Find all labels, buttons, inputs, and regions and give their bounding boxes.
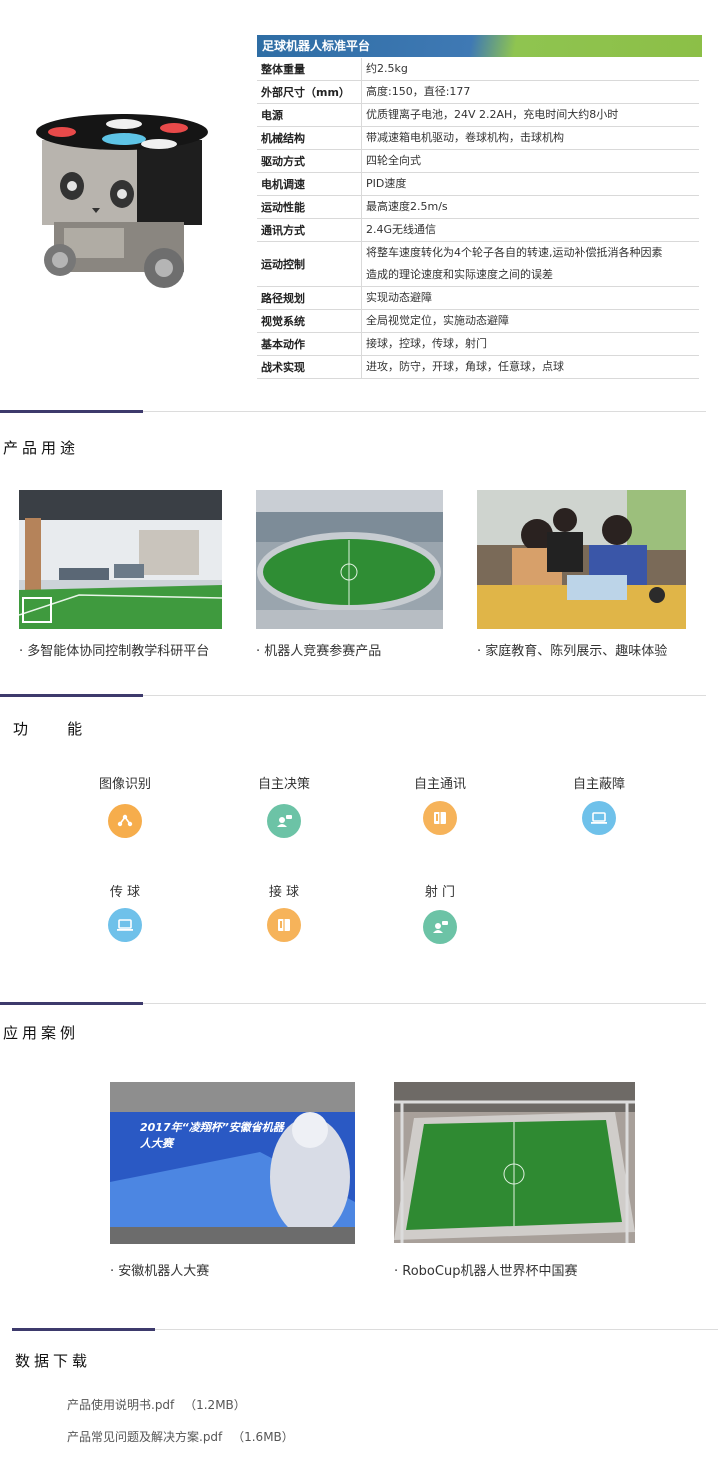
spec-key: 外部尺寸（mm） xyxy=(257,80,362,104)
spec-value-line: 进攻，防守，开球，角球，任意球，点球 xyxy=(366,360,564,373)
usage-photo-competition xyxy=(256,490,443,629)
usage-photo-education xyxy=(477,490,686,629)
spec-row: 路径规划 实现动态避障 xyxy=(257,286,699,310)
spec-value: 优质锂离子电池，24V 2.2AH，充电时间大约8小时 xyxy=(361,103,699,127)
spec-value: 将整车速度转化为4个轮子各自的转速,运动补偿抵消各种因素 造成的理论速度和实际速度… xyxy=(361,241,699,287)
spec-row: 机械结构 带减速箱电机驱动，卷球机构，击球机构 xyxy=(257,126,699,150)
spec-key: 机械结构 xyxy=(257,126,362,150)
download-link-manual[interactable]: 产品使用说明书.pdf （1.2MB） xyxy=(67,1396,246,1413)
spec-table-title: 足球机器人标准平台 xyxy=(257,35,702,57)
spec-value: 全局视觉定位，实施动态避障 xyxy=(361,309,699,333)
spec-row: 电源 优质锂离子电池，24V 2.2AH，充电时间大约8小时 xyxy=(257,103,699,127)
case-caption-2: · RoboCup机器人世界杯中国赛 xyxy=(394,1264,578,1279)
spec-row: 基本动作 接球，控球，传球，射门 xyxy=(257,332,699,356)
spec-key: 电源 xyxy=(257,103,362,127)
spec-value-line: PID速度 xyxy=(366,177,407,190)
download-file-name[interactable]: 产品使用说明书.pdf xyxy=(67,1398,174,1412)
spec-value: PID速度 xyxy=(361,172,699,196)
spec-key: 视觉系统 xyxy=(257,309,362,333)
spec-row: 驱动方式 四轮全向式 xyxy=(257,149,699,173)
spec-value-line: 约2.5kg xyxy=(366,62,408,75)
spec-key: 通讯方式 xyxy=(257,218,362,242)
user-chat-icon xyxy=(423,910,457,944)
spec-key: 驱动方式 xyxy=(257,149,362,173)
spec-value: 进攻，防守，开球，角球，任意球，点球 xyxy=(361,355,699,379)
spec-value: 高度:150，直径:177 xyxy=(361,80,699,104)
features-section-title: 功 能 xyxy=(13,720,87,738)
spec-key: 电机调速 xyxy=(257,172,362,196)
case-photo-anhui: 2017年“凌翔杯”安徽省机器人大赛 xyxy=(110,1082,355,1244)
spec-row: 运动性能 最高速度2.5m/s xyxy=(257,195,699,219)
spec-value-line: 造成的理论速度和实际速度之间的误差 xyxy=(366,268,553,281)
spec-value-line: 高度:150，直径:177 xyxy=(366,85,471,98)
spec-value-line: 2.4G无线通信 xyxy=(366,223,437,236)
feature-label: 接 球 xyxy=(268,885,300,900)
download-link-faq[interactable]: 产品常见问题及解决方案.pdf （1.6MB） xyxy=(67,1428,294,1445)
downloads-section-title: 数据下载 xyxy=(15,1352,92,1370)
section-divider-downloads xyxy=(12,1328,718,1331)
feature-label: 传 球 xyxy=(109,885,141,900)
spec-key: 路径规划 xyxy=(257,286,362,310)
usage-caption-2: · 机器人竞赛参赛产品 xyxy=(256,644,382,659)
spec-key: 基本动作 xyxy=(257,332,362,356)
spec-value: 四轮全向式 xyxy=(361,149,699,173)
section-divider-usage xyxy=(0,410,706,413)
laptop-icon xyxy=(582,801,616,835)
feature-label: 自主决策 xyxy=(257,777,310,792)
spec-row: 外部尺寸（mm） 高度:150，直径:177 xyxy=(257,80,699,104)
spec-row: 视觉系统 全局视觉定位，实施动态避障 xyxy=(257,309,699,333)
download-file-size: （1.6MB） xyxy=(232,1430,294,1444)
spec-table: 整体重量 约2.5kg 外部尺寸（mm） 高度:150，直径:177 电源 优质锂离子电池… xyxy=(257,58,699,379)
spec-value-line: 四轮全向式 xyxy=(366,154,421,167)
spec-value: 约2.5kg xyxy=(361,58,699,81)
spec-row: 战术实现 进攻，防守，开球，角球，任意球，点球 xyxy=(257,355,699,379)
spec-row: 整体重量 约2.5kg xyxy=(257,58,699,81)
spec-value-line: 带减速箱电机驱动，卷球机构，击球机构 xyxy=(366,131,564,144)
spec-value: 带减速箱电机驱动，卷球机构，击球机构 xyxy=(361,126,699,150)
spec-value: 2.4G无线通信 xyxy=(361,218,699,242)
spec-value: 最高速度2.5m/s xyxy=(361,195,699,219)
case-banner-text: 2017年“凌翔杯”安徽省机器人大赛 xyxy=(140,1121,284,1150)
feature-label: 射 门 xyxy=(424,885,456,900)
spec-key: 整体重量 xyxy=(257,58,362,81)
spec-value-line: 最高速度2.5m/s xyxy=(366,200,448,213)
case-photo-robocup xyxy=(394,1082,635,1243)
spec-value: 实现动态避障 xyxy=(361,286,699,310)
spec-value-line: 优质锂离子电池，24V 2.2AH，充电时间大约8小时 xyxy=(366,108,619,121)
download-file-size: （1.2MB） xyxy=(184,1398,246,1412)
cases-section-title: 应用案例 xyxy=(3,1024,80,1042)
share-icon xyxy=(108,804,142,838)
spec-value: 接球，控球，传球，射门 xyxy=(361,332,699,356)
usage-caption-3: · 家庭教育、陈列展示、趣味体验 xyxy=(477,644,668,659)
download-file-name[interactable]: 产品常见问题及解决方案.pdf xyxy=(67,1430,222,1444)
user-chat-icon xyxy=(267,804,301,838)
spec-value-line: 全局视觉定位，实施动态避障 xyxy=(366,314,509,327)
feature-label: 自主蔽障 xyxy=(572,777,625,792)
feature-label: 自主通讯 xyxy=(413,777,466,792)
feature-label: 图像识别 xyxy=(98,777,151,792)
spec-value-line: 接球，控球，传球，射门 xyxy=(366,337,487,350)
usage-caption-1: · 多智能体协同控制教学科研平台 xyxy=(19,644,210,659)
section-divider-features xyxy=(0,694,706,697)
spec-value-line: 将整车速度转化为4个轮子各自的转速,运动补偿抵消各种因素 xyxy=(366,246,663,259)
spec-key: 运动性能 xyxy=(257,195,362,219)
spec-key: 战术实现 xyxy=(257,355,362,379)
robot-product-image xyxy=(34,110,214,300)
book-icon xyxy=(267,908,301,942)
book-icon xyxy=(423,801,457,835)
spec-row: 运动控制 将整车速度转化为4个轮子各自的转速,运动补偿抵消各种因素 造成的理论速度和… xyxy=(257,241,699,287)
spec-key: 运动控制 xyxy=(257,241,362,287)
laptop-icon xyxy=(108,908,142,942)
section-divider-cases xyxy=(0,1002,706,1005)
usage-section-title: 产品用途 xyxy=(3,439,80,457)
case-caption-1: · 安徽机器人大赛 xyxy=(110,1264,210,1279)
spec-value-line: 实现动态避障 xyxy=(366,291,432,304)
spec-row: 通讯方式 2.4G无线通信 xyxy=(257,218,699,242)
spec-row: 电机调速 PID速度 xyxy=(257,172,699,196)
usage-photo-lab xyxy=(19,490,222,629)
